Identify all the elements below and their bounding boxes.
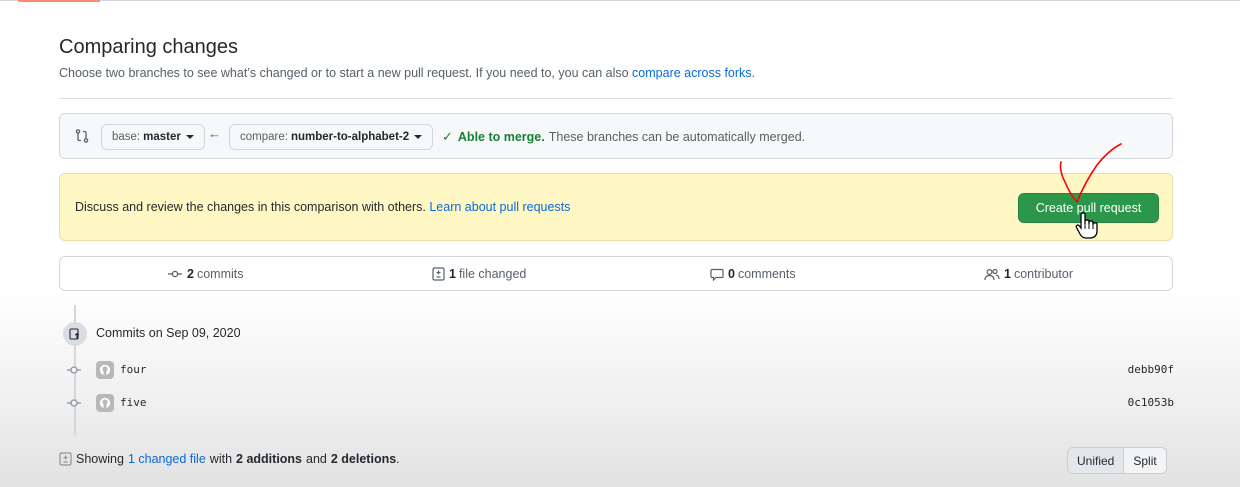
files-changed-tab[interactable]: 1 file changed bbox=[432, 267, 526, 281]
caret-down-icon bbox=[185, 135, 194, 139]
people-icon bbox=[984, 268, 1000, 280]
comment-icon bbox=[710, 268, 724, 281]
compare-value: number-to-alphabet-2 bbox=[290, 131, 410, 143]
files-count: 1 bbox=[449, 267, 456, 281]
base-value: master bbox=[143, 131, 181, 143]
commit-message-link[interactable]: four bbox=[120, 363, 147, 376]
period: . bbox=[396, 452, 400, 466]
contributors-count: 1 bbox=[1004, 267, 1011, 281]
commit-sha-link[interactable]: 0c1053b bbox=[1128, 396, 1174, 409]
compare-branch-select[interactable]: compare: number-to-alphabet-2 bbox=[229, 124, 434, 150]
pull-request-flash: Discuss and review the changes in this c… bbox=[59, 173, 1173, 241]
unified-view-button[interactable]: Unified bbox=[1068, 448, 1125, 473]
avatar[interactable] bbox=[96, 361, 114, 379]
check-icon: ✓ bbox=[442, 129, 453, 144]
git-compare-icon bbox=[75, 129, 89, 143]
commit-sha-link[interactable]: debb90f bbox=[1128, 363, 1174, 376]
diff-summary: Showing 1 changed file with 2 additions … bbox=[59, 452, 400, 466]
contributors-label: contributor bbox=[1013, 267, 1074, 281]
comments-tab[interactable]: 0 comments bbox=[710, 267, 796, 281]
commit-row: four debb90f bbox=[66, 361, 1174, 379]
learn-about-pull-requests-link[interactable]: Learn about pull requests bbox=[429, 200, 570, 214]
file-diff-icon bbox=[432, 267, 445, 281]
compare-across-forks-link[interactable]: compare across forks. bbox=[632, 66, 755, 80]
compare-label: compare: bbox=[240, 131, 288, 143]
merge-detail-text: These branches can be automatically merg… bbox=[548, 130, 806, 144]
additions-count: 2 additions bbox=[236, 452, 303, 466]
commit-message-link[interactable]: five bbox=[120, 396, 147, 409]
base-label: base: bbox=[112, 131, 141, 143]
range-editor: base: master ← compare: number-to-alphab… bbox=[59, 113, 1173, 159]
github-mark-icon bbox=[99, 397, 111, 409]
page-subtitle: Choose two branches to see what’s change… bbox=[59, 66, 755, 80]
files-label: file changed bbox=[458, 267, 527, 281]
active-tab-indicator bbox=[18, 0, 100, 2]
comments-count: 0 bbox=[728, 267, 735, 281]
commit-row: five 0c1053b bbox=[66, 394, 1174, 412]
git-commit-icon bbox=[67, 366, 81, 374]
commit-group-title: Commits on Sep 09, 2020 bbox=[96, 326, 241, 340]
git-commit-icon bbox=[168, 270, 182, 278]
showing-label: Showing bbox=[76, 452, 124, 466]
commits-tab[interactable]: 2 commits bbox=[167, 267, 243, 281]
flash-message: Discuss and review the changes in this c… bbox=[75, 200, 570, 214]
contributors-tab[interactable]: 1 contributor bbox=[984, 267, 1073, 281]
subtitle-text: Choose two branches to see what’s change… bbox=[59, 66, 629, 80]
arrow-left-icon: ← bbox=[208, 126, 221, 141]
divider bbox=[59, 98, 1173, 99]
commits-label: commits bbox=[196, 267, 244, 281]
deletions-count: 2 deletions bbox=[330, 452, 397, 466]
git-commit-icon bbox=[67, 399, 81, 407]
comments-label: comments bbox=[737, 267, 796, 281]
diff-view-toggle: Unified Split bbox=[1067, 447, 1167, 474]
and-label: and bbox=[306, 452, 327, 466]
file-diff-icon bbox=[59, 452, 72, 466]
with-label: with bbox=[209, 452, 233, 466]
avatar[interactable] bbox=[96, 394, 114, 412]
flash-text: Discuss and review the changes in this c… bbox=[75, 200, 426, 214]
base-branch-select[interactable]: base: master bbox=[101, 124, 205, 150]
hand-cursor-icon bbox=[1075, 212, 1098, 239]
repo-push-icon bbox=[63, 322, 87, 346]
merge-status: ✓ Able to merge. These branches can be a… bbox=[442, 129, 805, 145]
annotation-checkmark-icon bbox=[1059, 143, 1122, 204]
page-title: Comparing changes bbox=[59, 36, 238, 58]
merge-ok-text: Able to merge. bbox=[457, 130, 545, 144]
github-mark-icon bbox=[99, 364, 111, 376]
top-border bbox=[0, 0, 1240, 1]
comparison-summary: 2 commits 1 file changed 0 comments 1 co… bbox=[59, 256, 1173, 291]
commits-count: 2 bbox=[187, 267, 194, 281]
changed-files-link[interactable]: 1 changed file bbox=[128, 452, 206, 466]
split-view-button[interactable]: Split bbox=[1124, 448, 1166, 473]
caret-down-icon bbox=[414, 135, 423, 139]
